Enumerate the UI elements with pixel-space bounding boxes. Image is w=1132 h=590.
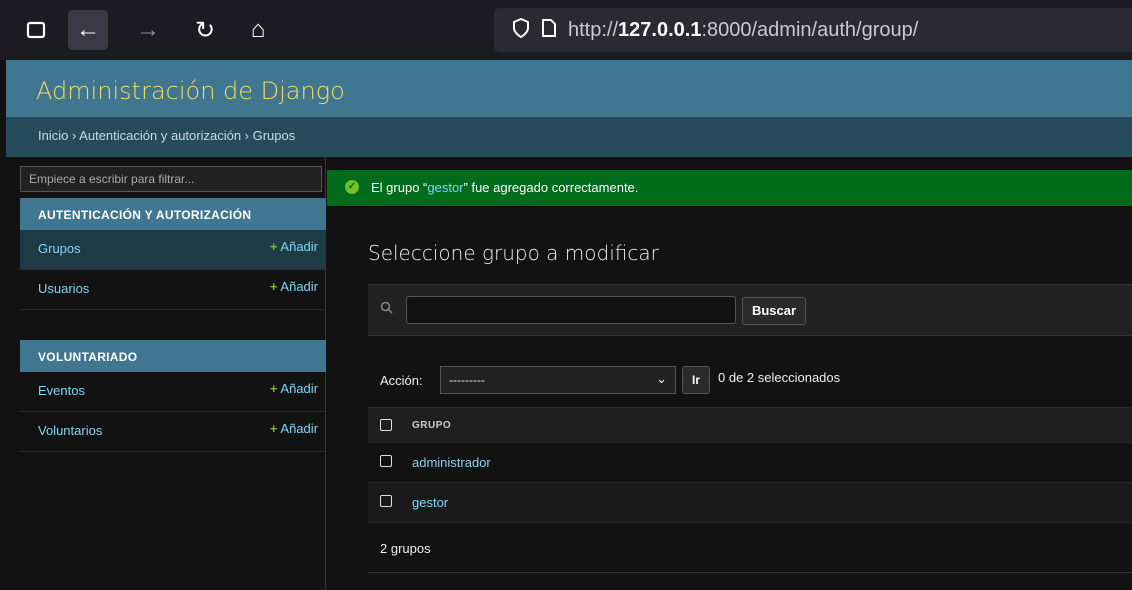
model-link[interactable]: Usuarios [38, 281, 89, 296]
table-row: gestor [368, 483, 1132, 523]
url-text: http://127.0.0.1:8000/admin/auth/group/ [568, 18, 919, 41]
row-link[interactable]: gestor [412, 495, 448, 510]
add-link[interactable]: + Añadir [270, 279, 318, 294]
reload-icon[interactable]: ↻ [185, 10, 225, 50]
sidebar-toggle-icon[interactable] [16, 10, 56, 50]
module-caption[interactable]: VOLUNTARIADO [20, 340, 326, 372]
page-icon [542, 18, 556, 42]
site-brand-link[interactable]: Administración de Django [36, 77, 345, 105]
plus-icon: + [269, 381, 278, 396]
browser-toolbar: ← → ↻ ⌂ http://127.0.0.1:8000/admin/auth… [0, 0, 1132, 60]
search-toolbar: Buscar [368, 284, 1132, 336]
results-table: GRUPO administrador gestor 2 grupos [368, 407, 1132, 573]
sidebar-item-grupos[interactable]: Grupos + Añadir [20, 230, 326, 270]
model-link[interactable]: Voluntarios [38, 423, 102, 438]
nav-filter-input[interactable]: Empiece a escribir para filtrar... [20, 166, 322, 192]
add-link[interactable]: + Añadir [270, 381, 318, 396]
row-checkbox[interactable] [380, 495, 392, 507]
home-icon[interactable]: ⌂ [238, 10, 278, 50]
module-auth: AUTENTICACIÓN Y AUTORIZACIÓN Grupos + Añ… [20, 198, 326, 310]
action-select[interactable]: --------- ⌄ [440, 366, 676, 394]
module-voluntariado: VOLUNTARIADO Eventos + Añadir Voluntario… [20, 340, 326, 452]
success-message: ✓ El grupo “gestor” fue agregado correct… [327, 170, 1132, 206]
back-arrow-icon[interactable]: ← [68, 10, 108, 50]
shield-icon[interactable] [512, 17, 530, 43]
select-all-checkbox[interactable] [380, 419, 392, 431]
forward-arrow-icon[interactable]: → [128, 10, 168, 50]
actions-bar: Acción: --------- ⌄ Ir 0 de 2 selecciona… [368, 355, 1132, 407]
table-header: GRUPO [368, 407, 1132, 443]
go-button[interactable]: Ir [682, 366, 710, 394]
address-bar[interactable]: http://127.0.0.1:8000/admin/auth/group/ [494, 8, 1132, 52]
search-input[interactable] [406, 296, 736, 324]
breadcrumb[interactable]: Inicio › Autenticación y autorización › … [6, 117, 1132, 157]
action-label: Acción: [380, 373, 423, 388]
sidebar-item-eventos[interactable]: Eventos + Añadir [20, 372, 326, 412]
plus-icon: + [269, 239, 278, 254]
search-button[interactable]: Buscar [742, 297, 806, 325]
paginator: 2 grupos [368, 523, 1132, 573]
table-row: administrador [368, 443, 1132, 483]
row-checkbox[interactable] [380, 455, 392, 467]
site-header: Administración de Django [6, 60, 1132, 117]
sidebar-item-usuarios[interactable]: Usuarios + Añadir [20, 270, 326, 310]
add-link[interactable]: + Añadir [270, 421, 318, 436]
module-caption[interactable]: AUTENTICACIÓN Y AUTORIZACIÓN [20, 198, 326, 230]
check-icon: ✓ [345, 180, 359, 194]
chevron-down-icon: ⌄ [656, 371, 667, 386]
page-title: Seleccione grupo a modificar [368, 241, 659, 265]
plus-icon: + [269, 279, 278, 294]
model-link[interactable]: Grupos [38, 241, 81, 256]
add-link[interactable]: + Añadir [270, 239, 318, 254]
column-header-grupo[interactable]: GRUPO [412, 420, 451, 431]
row-link[interactable]: administrador [412, 455, 491, 470]
search-icon [380, 301, 396, 317]
plus-icon: + [269, 421, 278, 436]
main-content: ✓ El grupo “gestor” fue agregado correct… [326, 157, 1132, 590]
nav-sidebar: Empiece a escribir para filtrar... AUTEN… [6, 157, 326, 590]
model-link[interactable]: Eventos [38, 383, 85, 398]
selection-counter: 0 de 2 seleccionados [718, 370, 841, 385]
sidebar-item-voluntarios[interactable]: Voluntarios + Añadir [20, 412, 326, 452]
